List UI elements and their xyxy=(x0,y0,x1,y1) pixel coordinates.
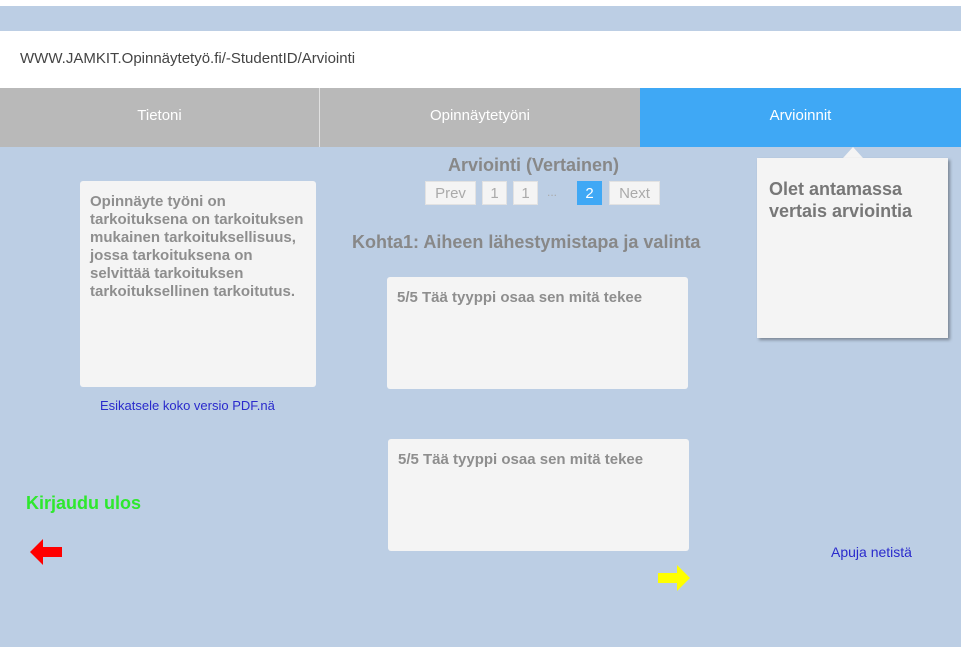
evaluation-title-text: Arviointi (Vertainen) xyxy=(447,155,620,175)
review-box-2[interactable]: 5/5 Tää tyyppi osaa sen mitä tekee xyxy=(388,439,689,551)
evaluation-title: Arviointi (Vertainen) xyxy=(0,155,961,176)
pdf-preview-link[interactable]: Esikatsele koko versio PDF.nä xyxy=(100,398,275,413)
review-box-1[interactable]: 5/5 Tää tyyppi osaa sen mitä tekee xyxy=(387,277,688,389)
logout-link[interactable]: Kirjaudu ulos xyxy=(26,493,141,514)
pager-prev-button[interactable]: Prev xyxy=(425,181,476,205)
arrow-right-icon[interactable] xyxy=(657,563,691,593)
pager-next-button[interactable]: Next xyxy=(609,181,660,205)
address-bar[interactable]: WWW.JAMKIT.Opinnäytetyö.fi/-StudentID/Ar… xyxy=(0,31,961,88)
criterion-heading: Kohta1: Aiheen lähestymistapa ja valinta xyxy=(352,232,701,252)
tab-opinnaytetyoni[interactable]: Opinnäytetyöni xyxy=(320,88,640,147)
url-text: WWW.JAMKIT.Opinnäytetyö.fi/-StudentID/Ar… xyxy=(20,50,356,67)
help-link[interactable]: Apuja netistä xyxy=(831,544,912,560)
pager-page-1-second[interactable]: 1 xyxy=(513,181,538,205)
pager-page-2-active[interactable]: 2 xyxy=(577,181,602,205)
peer-review-notice: Olet antamassa vertais arviointia xyxy=(757,158,948,338)
tab-bar: Tietoni Opinnäytetyöni Arvioinnit xyxy=(0,88,961,147)
arrow-left-icon[interactable] xyxy=(29,537,63,567)
thesis-summary: Opinnäyte työni on tarkoituksena on tark… xyxy=(80,181,316,387)
pager-page-1[interactable]: 1 xyxy=(482,181,507,205)
tab-arvioinnit[interactable]: Arvioinnit xyxy=(640,88,961,147)
pager-ellipsis: ... xyxy=(546,185,557,199)
tab-tietoni[interactable]: Tietoni xyxy=(0,88,320,147)
